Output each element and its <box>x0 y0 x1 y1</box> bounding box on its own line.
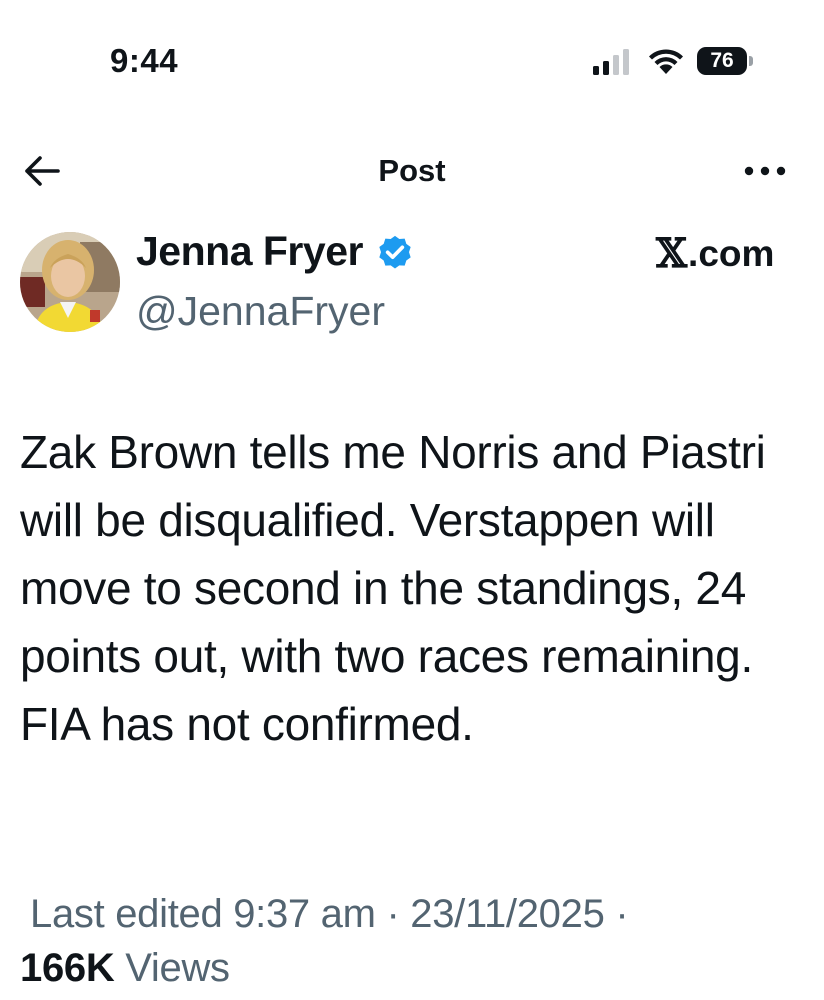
x-logo-icon: 𝕏 <box>656 230 688 277</box>
more-horizontal-icon[interactable] <box>740 155 790 185</box>
views-label: Views <box>125 946 230 990</box>
author-name[interactable]: Jenna Fryer <box>136 228 415 275</box>
avatar[interactable] <box>20 232 120 332</box>
battery-level: 76 <box>697 47 747 75</box>
x-logo-text: .com <box>688 232 775 274</box>
battery-icon: 76 <box>697 47 755 75</box>
nav-bar: Post <box>0 135 824 205</box>
author-handle[interactable]: @JennaFryer <box>136 288 385 335</box>
verified-badge-icon <box>379 235 411 268</box>
views-number: 166K <box>20 946 115 990</box>
post-timestamp[interactable]: Last edited 9:37 am · 23/11/2025 · <box>30 892 629 937</box>
author-name-text: Jenna Fryer <box>136 228 363 274</box>
avatar-image <box>20 232 120 332</box>
x-logo: 𝕏 .com <box>656 230 774 277</box>
status-time: 9:44 <box>110 42 179 79</box>
status-bar: 9:44 76 <box>0 0 824 120</box>
signal-icon <box>593 49 629 75</box>
post-text: Zak Brown tells me Norris and Piastri wi… <box>20 426 766 750</box>
wifi-icon <box>649 49 683 74</box>
page-title: Post <box>378 153 446 188</box>
views-count[interactable]: 166K Views <box>20 946 230 991</box>
battery-nub <box>749 56 753 66</box>
